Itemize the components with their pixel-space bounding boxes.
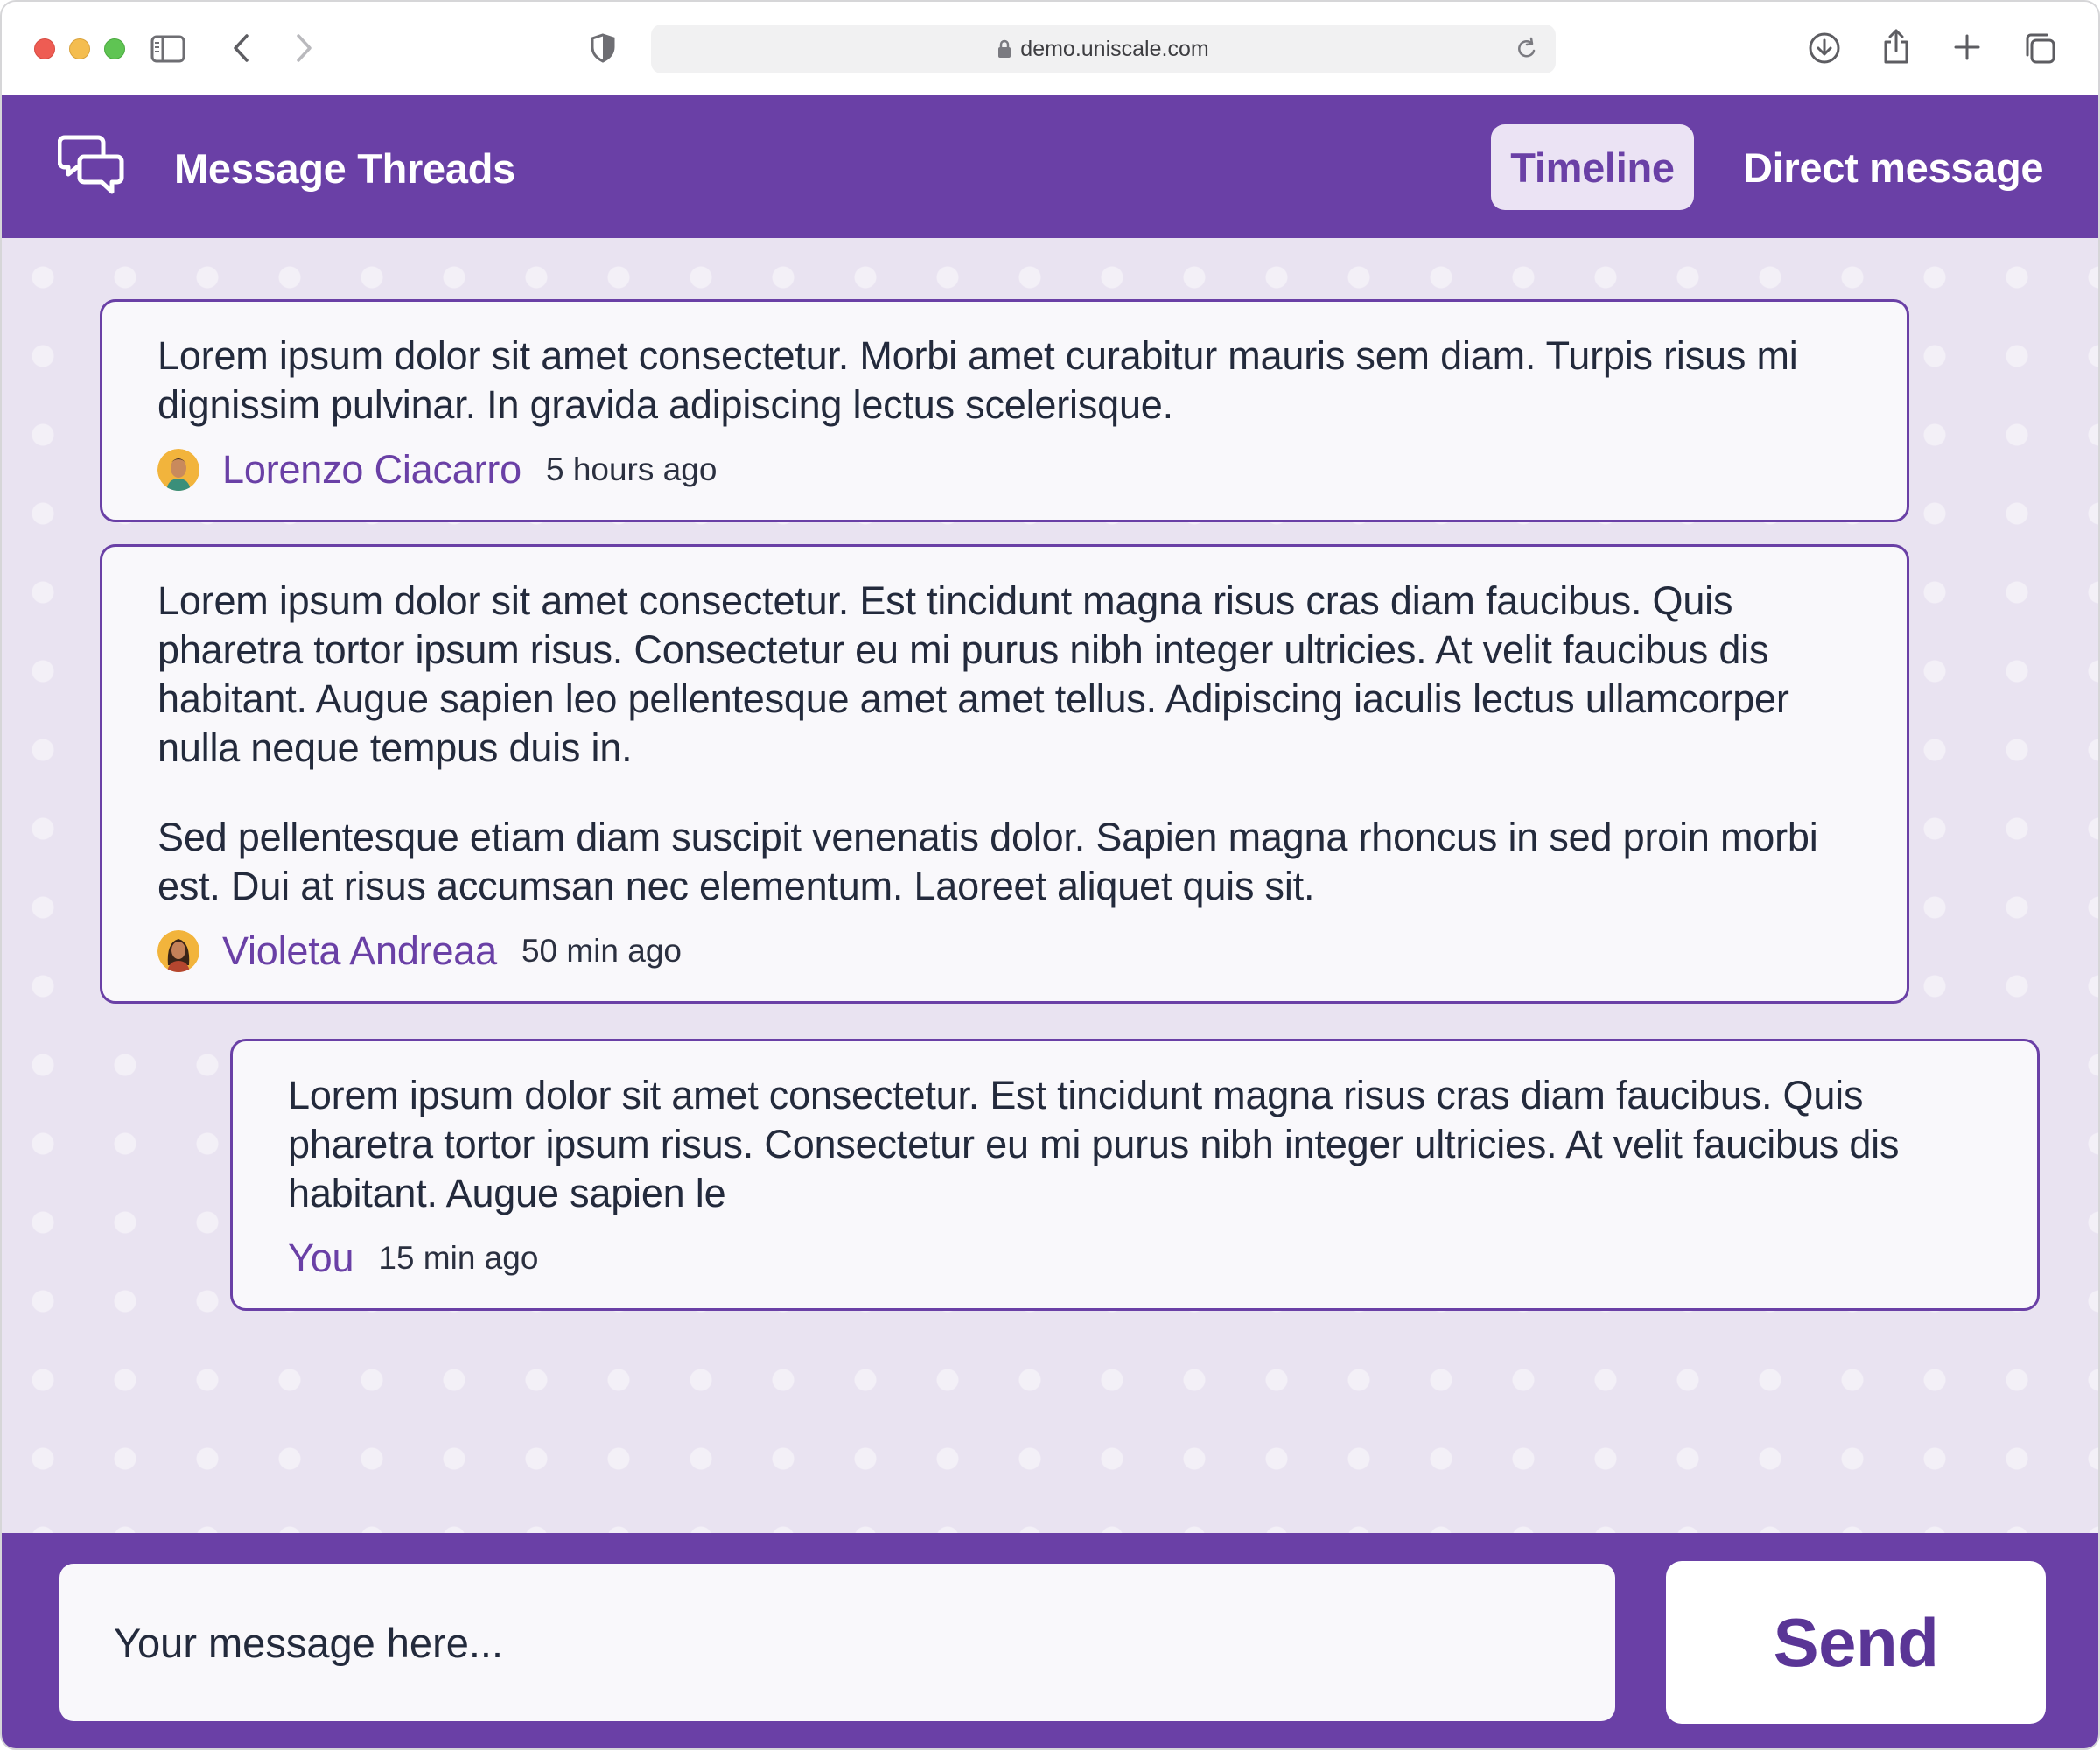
message-card-own: Lorem ipsum dolor sit amet consectetur. …	[230, 1039, 2040, 1311]
avatar[interactable]	[158, 930, 200, 972]
message-composer: Send	[2, 1533, 2098, 1748]
message-body: Lorem ipsum dolor sit amet consectetur. …	[158, 577, 1854, 911]
message-paragraph: Sed pellentesque etiam diam suscipit ven…	[158, 815, 1818, 908]
zoom-window-button[interactable]	[104, 38, 125, 60]
message-paragraph: Lorem ipsum dolor sit amet consectetur. …	[288, 1073, 1900, 1215]
message-timestamp: 50 min ago	[521, 933, 682, 969]
message-meta: You 15 min ago	[288, 1236, 1984, 1281]
message-card: Lorem ipsum dolor sit amet consectetur. …	[100, 544, 1909, 1004]
sidebar-icon[interactable]	[150, 35, 186, 63]
send-button[interactable]: Send	[1666, 1561, 2046, 1724]
message-meta: Violeta Andreaa 50 min ago	[158, 928, 1854, 974]
author-name[interactable]: Lorenzo Ciacarro	[222, 447, 522, 493]
message-card: Lorem ipsum dolor sit amet consectetur. …	[100, 299, 1909, 522]
message-paragraph: Lorem ipsum dolor sit amet consectetur. …	[158, 333, 1798, 427]
message-timestamp: 5 hours ago	[545, 452, 718, 487]
minimize-window-button[interactable]	[69, 38, 90, 60]
message-body: Lorem ipsum dolor sit amet consectetur. …	[288, 1071, 1984, 1218]
shield-icon[interactable]	[590, 33, 616, 63]
share-icon[interactable]	[1881, 28, 1911, 65]
lock-icon	[998, 39, 1012, 59]
tab-timeline[interactable]: Timeline	[1491, 124, 1694, 210]
message-paragraph: Lorem ipsum dolor sit amet consectetur. …	[158, 578, 1789, 770]
browser-toolbar: demo.uniscale.com	[2, 2, 2098, 95]
address-bar[interactable]: demo.uniscale.com	[651, 24, 1556, 74]
message-timestamp: 15 min ago	[378, 1240, 539, 1276]
message-body: Lorem ipsum dolor sit amet consectetur. …	[158, 332, 1854, 430]
url-text: demo.uniscale.com	[1020, 36, 1209, 61]
message-meta: Lorenzo Ciacarro 5 hours ago	[158, 447, 1854, 493]
tab-direct-message[interactable]: Direct message	[1743, 124, 2044, 210]
download-icon[interactable]	[1808, 32, 1841, 65]
app-header: Message Threads Timeline Direct message	[2, 95, 2098, 238]
tabs-overview-icon[interactable]	[2023, 32, 2056, 65]
avatar[interactable]	[158, 449, 200, 491]
forward-icon[interactable]	[295, 33, 314, 63]
close-window-button[interactable]	[34, 38, 55, 60]
author-name[interactable]: Violeta Andreaa	[222, 928, 497, 974]
author-name: You	[288, 1236, 354, 1280]
browser-window: demo.uniscale.com Message Threads Timeli…	[0, 0, 2100, 1750]
app-title: Message Threads	[174, 145, 515, 192]
message-input[interactable]	[60, 1564, 1615, 1721]
message-list: Lorem ipsum dolor sit amet consectetur. …	[2, 238, 2098, 1533]
new-tab-icon[interactable]	[1953, 33, 1981, 61]
chat-bubbles-icon	[57, 134, 124, 203]
back-icon[interactable]	[231, 33, 250, 63]
reload-icon[interactable]	[1516, 37, 1538, 67]
